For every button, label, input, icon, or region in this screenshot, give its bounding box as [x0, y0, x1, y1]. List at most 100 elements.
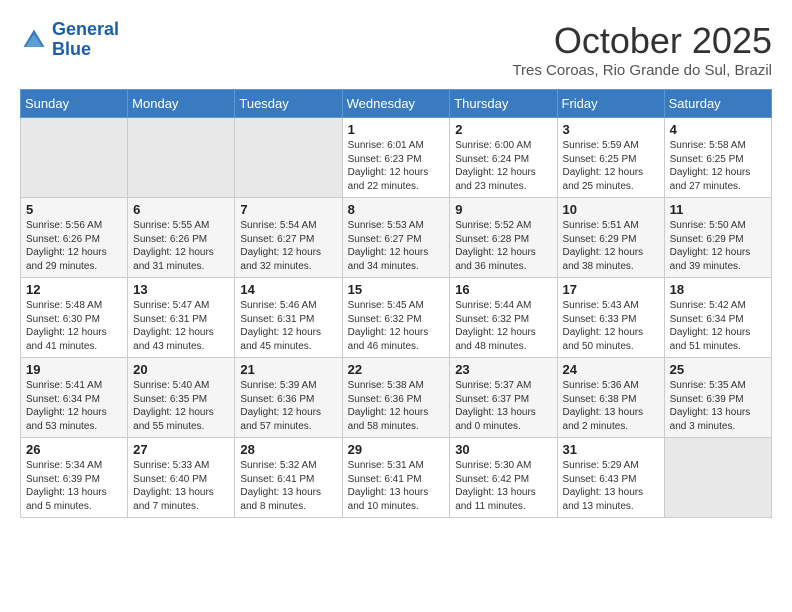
weekday-header-thursday: Thursday	[450, 90, 557, 118]
day-number: 17	[563, 282, 659, 297]
day-info: Sunrise: 5:34 AMSunset: 6:39 PMDaylight:…	[26, 459, 122, 513]
calendar-cell: 29 Sunrise: 5:31 AMSunset: 6:41 PMDayligh…	[342, 438, 450, 518]
day-number: 22	[348, 362, 445, 377]
day-info: Sunrise: 5:39 AMSunset: 6:36 PMDaylight:…	[240, 379, 336, 433]
day-info: Sunrise: 5:55 AMSunset: 6:26 PMDaylight:…	[133, 219, 229, 273]
calendar-cell: 25 Sunrise: 5:35 AMSunset: 6:39 PMDayligh…	[664, 358, 771, 438]
day-number: 14	[240, 282, 336, 297]
day-number: 15	[348, 282, 445, 297]
day-info: Sunrise: 5:37 AMSunset: 6:37 PMDaylight:…	[455, 379, 551, 433]
calendar-cell: 11 Sunrise: 5:50 AMSunset: 6:29 PMDayligh…	[664, 198, 771, 278]
location: Tres Coroas, Rio Grande do Sul, Brazil	[512, 62, 772, 79]
page-header: General Blue October 2025 Tres Coroas, R…	[20, 20, 772, 79]
day-number: 29	[348, 442, 445, 457]
day-number: 16	[455, 282, 551, 297]
day-info: Sunrise: 5:41 AMSunset: 6:34 PMDaylight:…	[26, 379, 122, 433]
day-number: 20	[133, 362, 229, 377]
day-info: Sunrise: 5:47 AMSunset: 6:31 PMDaylight:…	[133, 299, 229, 353]
weekday-header-tuesday: Tuesday	[235, 90, 342, 118]
logo: General Blue	[20, 20, 119, 60]
calendar-cell: 7Sunrise: 5:54 AMSunset: 6:27 PMDaylight…	[235, 198, 342, 278]
day-info: Sunrise: 5:31 AMSunset: 6:41 PMDaylight:…	[348, 459, 445, 513]
calendar-cell: 21Sunrise: 5:39 AMSunset: 6:36 PMDayligh…	[235, 358, 342, 438]
weekday-header-friday: Friday	[557, 90, 664, 118]
day-info: Sunrise: 5:30 AMSunset: 6:42 PMDaylight:…	[455, 459, 551, 513]
day-info: Sunrise: 5:43 AMSunset: 6:33 PMDaylight:…	[563, 299, 659, 353]
calendar-table: SundayMondayTuesdayWednesdayThursdayFrid…	[20, 89, 772, 518]
day-info: Sunrise: 6:01 AMSunset: 6:23 PMDaylight:…	[348, 139, 445, 193]
day-number: 26	[26, 442, 122, 457]
day-number: 19	[26, 362, 122, 377]
day-number: 6	[133, 202, 229, 217]
weekday-header-sunday: Sunday	[21, 90, 128, 118]
calendar-cell: 20 Sunrise: 5:40 AMSunset: 6:35 PMDayligh…	[128, 358, 235, 438]
calendar-cell: 31 Sunrise: 5:29 AMSunset: 6:43 PMDayligh…	[557, 438, 664, 518]
calendar-cell	[21, 118, 128, 198]
day-info: Sunrise: 5:36 AMSunset: 6:38 PMDaylight:…	[563, 379, 659, 433]
weekday-header-monday: Monday	[128, 90, 235, 118]
calendar-cell: 6 Sunrise: 5:55 AMSunset: 6:26 PMDaylight…	[128, 198, 235, 278]
calendar-cell: 16Sunrise: 5:44 AMSunset: 6:32 PMDayligh…	[450, 278, 557, 358]
day-info: Sunrise: 5:56 AMSunset: 6:26 PMDaylight:…	[26, 219, 122, 273]
calendar-cell: 5 Sunrise: 5:56 AMSunset: 6:26 PMDaylight…	[21, 198, 128, 278]
day-number: 28	[240, 442, 336, 457]
day-info: Sunrise: 5:40 AMSunset: 6:35 PMDaylight:…	[133, 379, 229, 433]
calendar-header: SundayMondayTuesdayWednesdayThursdayFrid…	[21, 90, 772, 118]
logo-line2: Blue	[52, 39, 91, 59]
day-number: 18	[670, 282, 766, 297]
logo-icon	[20, 26, 48, 54]
day-info: Sunrise: 5:33 AMSunset: 6:40 PMDaylight:…	[133, 459, 229, 513]
day-info: Sunrise: 5:35 AMSunset: 6:39 PMDaylight:…	[670, 379, 766, 433]
day-number: 5	[26, 202, 122, 217]
calendar-cell	[664, 438, 771, 518]
day-info: Sunrise: 5:32 AMSunset: 6:41 PMDaylight:…	[240, 459, 336, 513]
day-info: Sunrise: 5:59 AMSunset: 6:25 PMDaylight:…	[563, 139, 659, 193]
day-info: Sunrise: 5:52 AMSunset: 6:28 PMDaylight:…	[455, 219, 551, 273]
weekday-header-wednesday: Wednesday	[342, 90, 450, 118]
day-info: Sunrise: 6:00 AMSunset: 6:24 PMDaylight:…	[455, 139, 551, 193]
day-number: 11	[670, 202, 766, 217]
calendar-cell	[235, 118, 342, 198]
calendar-cell: 28 Sunrise: 5:32 AMSunset: 6:41 PMDayligh…	[235, 438, 342, 518]
day-number: 25	[670, 362, 766, 377]
day-number: 10	[563, 202, 659, 217]
calendar-cell: 3Sunrise: 5:59 AMSunset: 6:25 PMDaylight…	[557, 118, 664, 198]
day-number: 4	[670, 122, 766, 137]
calendar-week-5: 26 Sunrise: 5:34 AMSunset: 6:39 PMDayligh…	[21, 438, 772, 518]
calendar-week-1: 1Sunrise: 6:01 AMSunset: 6:23 PMDaylight…	[21, 118, 772, 198]
day-info: Sunrise: 5:42 AMSunset: 6:34 PMDaylight:…	[670, 299, 766, 353]
calendar-cell: 17 Sunrise: 5:43 AMSunset: 6:33 PMDayligh…	[557, 278, 664, 358]
day-info: Sunrise: 5:58 AMSunset: 6:25 PMDaylight:…	[670, 139, 766, 193]
day-info: Sunrise: 5:29 AMSunset: 6:43 PMDaylight:…	[563, 459, 659, 513]
calendar-cell: 10 Sunrise: 5:51 AMSunset: 6:29 PMDayligh…	[557, 198, 664, 278]
calendar-body: 1Sunrise: 6:01 AMSunset: 6:23 PMDaylight…	[21, 118, 772, 518]
weekday-row: SundayMondayTuesdayWednesdayThursdayFrid…	[21, 90, 772, 118]
day-number: 13	[133, 282, 229, 297]
day-info: Sunrise: 5:46 AMSunset: 6:31 PMDaylight:…	[240, 299, 336, 353]
day-number: 30	[455, 442, 551, 457]
day-number: 24	[563, 362, 659, 377]
day-info: Sunrise: 5:38 AMSunset: 6:36 PMDaylight:…	[348, 379, 445, 433]
title-section: October 2025 Tres Coroas, Rio Grande do …	[512, 20, 772, 79]
calendar-cell: 4 Sunrise: 5:58 AMSunset: 6:25 PMDaylight…	[664, 118, 771, 198]
day-number: 31	[563, 442, 659, 457]
calendar-cell: 1Sunrise: 6:01 AMSunset: 6:23 PMDaylight…	[342, 118, 450, 198]
calendar-cell: 30 Sunrise: 5:30 AMSunset: 6:42 PMDayligh…	[450, 438, 557, 518]
day-info: Sunrise: 5:54 AMSunset: 6:27 PMDaylight:…	[240, 219, 336, 273]
day-number: 12	[26, 282, 122, 297]
day-number: 23	[455, 362, 551, 377]
month-title: October 2025	[512, 20, 772, 62]
weekday-header-saturday: Saturday	[664, 90, 771, 118]
calendar-cell: 12Sunrise: 5:48 AMSunset: 6:30 PMDayligh…	[21, 278, 128, 358]
calendar-cell: 18 Sunrise: 5:42 AMSunset: 6:34 PMDayligh…	[664, 278, 771, 358]
day-info: Sunrise: 5:50 AMSunset: 6:29 PMDaylight:…	[670, 219, 766, 273]
calendar-cell: 13 Sunrise: 5:47 AMSunset: 6:31 PMDayligh…	[128, 278, 235, 358]
day-info: Sunrise: 5:51 AMSunset: 6:29 PMDaylight:…	[563, 219, 659, 273]
day-number: 2	[455, 122, 551, 137]
calendar-week-2: 5 Sunrise: 5:56 AMSunset: 6:26 PMDaylight…	[21, 198, 772, 278]
calendar-cell: 26 Sunrise: 5:34 AMSunset: 6:39 PMDayligh…	[21, 438, 128, 518]
calendar-cell: 27Sunrise: 5:33 AMSunset: 6:40 PMDayligh…	[128, 438, 235, 518]
logo-text: General Blue	[52, 20, 119, 60]
calendar-week-3: 12Sunrise: 5:48 AMSunset: 6:30 PMDayligh…	[21, 278, 772, 358]
day-info: Sunrise: 5:45 AMSunset: 6:32 PMDaylight:…	[348, 299, 445, 353]
